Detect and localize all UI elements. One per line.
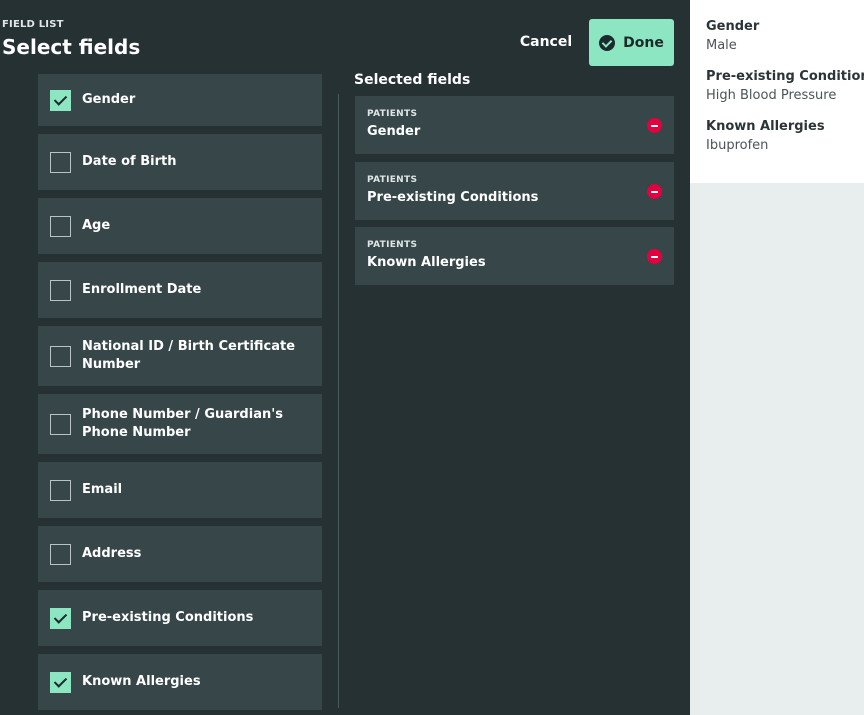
field-label: Age	[82, 218, 111, 233]
card-category: PATIENTS	[367, 175, 418, 185]
preview-field: Pre-existing Conditions High Blood Press…	[706, 68, 864, 106]
checkbox[interactable]	[50, 152, 71, 173]
checkbox[interactable]	[50, 216, 71, 237]
field-label: Phone Number / Guardian's Phone Number	[82, 407, 283, 440]
done-button[interactable]: Done	[589, 19, 674, 66]
field-label: Email	[82, 482, 123, 497]
preview-field-label: Gender	[706, 19, 760, 34]
field-item-date-of-birth[interactable]: Date of Birth	[38, 134, 322, 190]
cancel-button[interactable]: Cancel	[510, 28, 582, 56]
preview-field: Gender Male	[706, 18, 864, 56]
checkbox[interactable]	[50, 414, 71, 435]
remove-icon[interactable]	[647, 184, 662, 199]
field-label: Gender	[82, 92, 136, 107]
checkbox-checked[interactable]	[50, 672, 71, 693]
checkbox[interactable]	[50, 280, 71, 301]
preview-field: Known Allergies Ibuprofen	[706, 118, 864, 156]
preview-field-value: Ibuprofen	[706, 138, 769, 153]
field-item-known-allergies[interactable]: Known Allergies	[38, 654, 322, 710]
field-selector-panel: FIELD LIST Select fields Cancel Done Gen…	[0, 0, 690, 715]
checkbox[interactable]	[50, 346, 71, 367]
column-divider	[338, 94, 339, 708]
panel-eyebrow: FIELD LIST	[2, 19, 64, 30]
field-label: Enrollment Date	[82, 282, 202, 297]
card-category: PATIENTS	[367, 109, 418, 119]
field-label: Address	[82, 546, 142, 561]
remove-icon[interactable]	[647, 249, 662, 264]
selected-field-card: PATIENTS Gender	[355, 96, 674, 154]
field-label: Pre-existing Conditions	[82, 610, 254, 625]
preview-field-label: Known Allergies	[706, 119, 825, 134]
checkbox-checked[interactable]	[50, 90, 71, 111]
field-item-address[interactable]: Address	[38, 526, 322, 582]
field-item-gender[interactable]: Gender	[38, 74, 322, 126]
preview-card: Gender Male Pre-existing Conditions High…	[690, 0, 864, 183]
field-label: Date of Birth	[82, 154, 177, 169]
done-button-label: Done	[623, 34, 664, 51]
preview-field-value: High Blood Pressure	[706, 88, 837, 103]
selected-field-card: PATIENTS Known Allergies	[355, 227, 674, 285]
card-field-name: Pre-existing Conditions	[367, 190, 539, 205]
card-category: PATIENTS	[367, 240, 418, 250]
selected-fields-heading: Selected fields	[354, 72, 471, 88]
checkbox-checked[interactable]	[50, 608, 71, 629]
field-item-email[interactable]: Email	[38, 462, 322, 518]
field-item-phone-number[interactable]: Phone Number / Guardian's Phone Number	[38, 394, 322, 454]
field-item-national-id[interactable]: National ID / Birth Certificate Number	[38, 326, 322, 386]
check-circle-icon	[599, 34, 616, 51]
page-title: Select fields	[2, 35, 141, 59]
selected-field-card: PATIENTS Pre-existing Conditions	[355, 162, 674, 220]
field-item-age[interactable]: Age	[38, 198, 322, 254]
field-item-enrollment-date[interactable]: Enrollment Date	[38, 262, 322, 318]
field-label: National ID / Birth Certificate Number	[82, 339, 296, 372]
remove-icon[interactable]	[647, 118, 662, 133]
card-field-name: Gender	[367, 124, 421, 139]
card-field-name: Known Allergies	[367, 255, 486, 270]
field-label: Known Allergies	[82, 674, 201, 689]
checkbox[interactable]	[50, 480, 71, 501]
field-item-pre-existing-conditions[interactable]: Pre-existing Conditions	[38, 590, 322, 646]
checkbox[interactable]	[50, 544, 71, 565]
preview-field-label: Pre-existing Conditions	[706, 69, 864, 84]
preview-field-value: Male	[706, 38, 737, 53]
